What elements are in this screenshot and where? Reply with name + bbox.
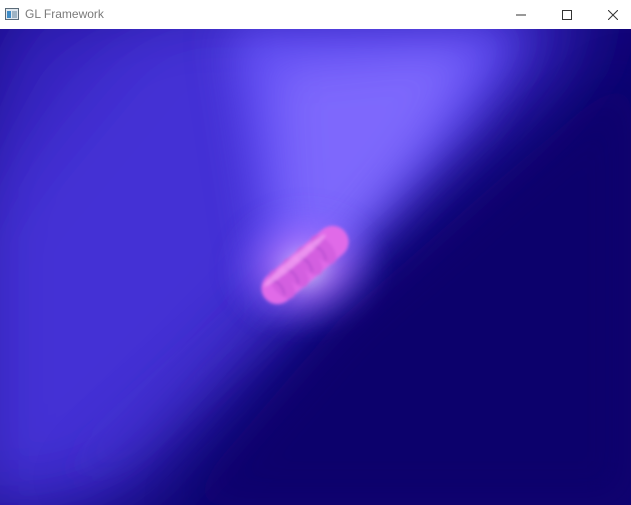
minimize-button[interactable]	[498, 0, 544, 29]
app-window: GL Framework	[0, 0, 631, 505]
app-window-icon	[5, 8, 19, 20]
title-bar[interactable]: GL Framework	[0, 0, 631, 29]
minimize-icon	[516, 14, 526, 15]
window-title: GL Framework	[25, 7, 104, 21]
maximize-button[interactable]	[544, 0, 590, 29]
close-button[interactable]	[590, 0, 631, 29]
close-icon	[608, 9, 618, 20]
maximize-icon	[562, 9, 572, 20]
gl-render-viewport[interactable]	[0, 29, 631, 505]
rendered-scene	[0, 29, 631, 505]
